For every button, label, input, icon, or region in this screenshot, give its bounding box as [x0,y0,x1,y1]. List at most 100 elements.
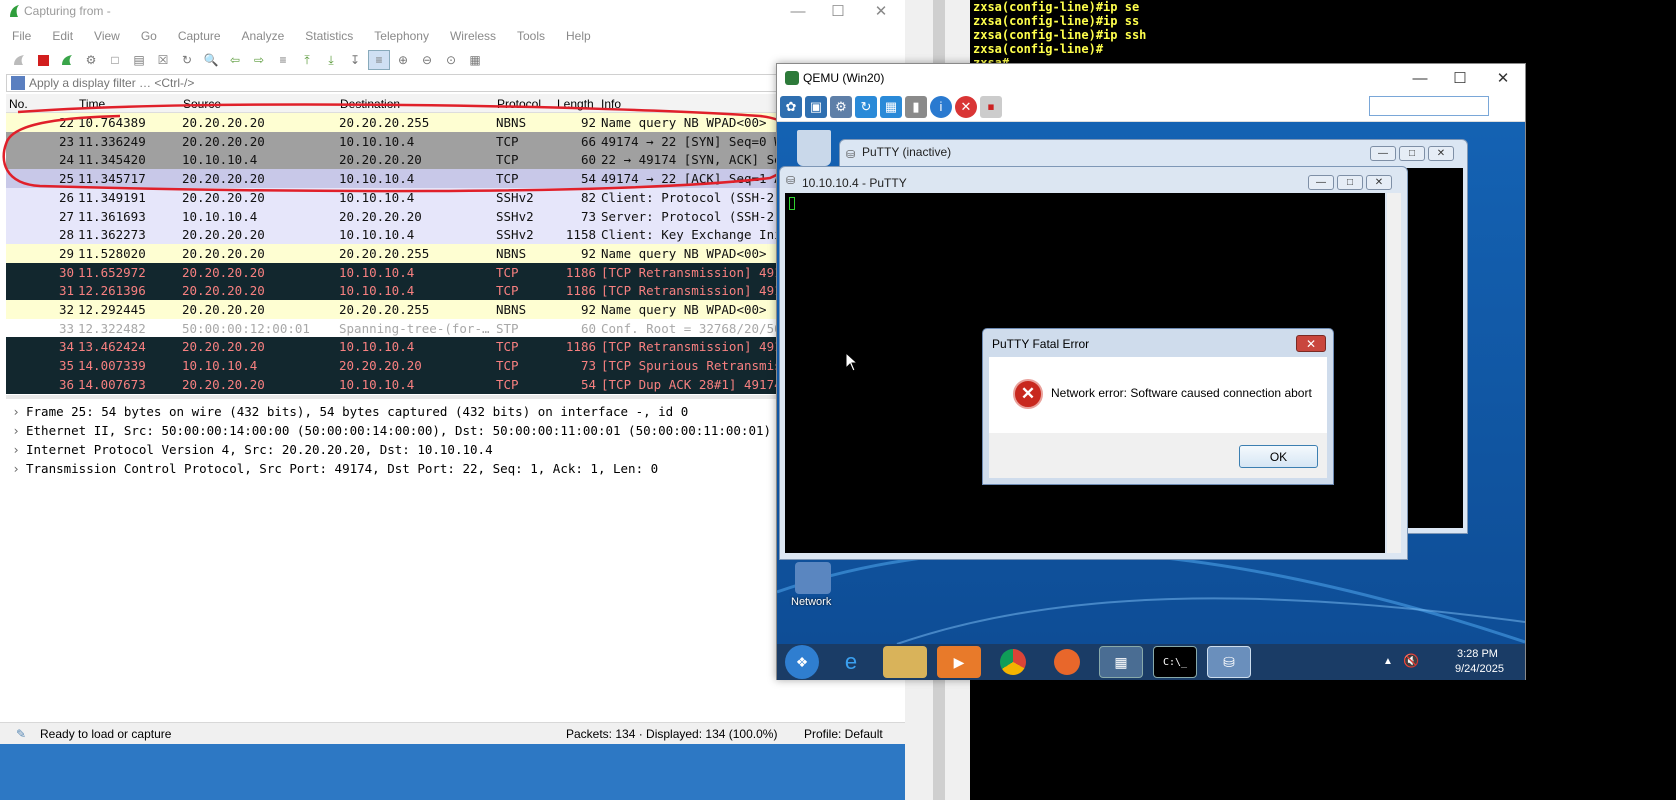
media-player-icon[interactable]: ▶ [937,646,981,678]
main-toolbar: ⚙ □ ▤ ☒ ↻ 🔍 ⇦ ⇨ ≡ ⤒ ⤓ ↧ ≡ ⊕ ⊖ ⊙ ▦ [8,49,508,71]
expand-chevron-icon[interactable]: › [6,440,26,459]
detail-ethernet-text: Ethernet II, Src: 50:00:00:14:00:00 (50:… [26,423,772,438]
display-filter-input[interactable] [29,76,529,90]
packet-no: 32 [58,302,74,317]
zoom-in-icon[interactable]: ⊕ [392,50,414,70]
settings-icon[interactable]: ✿ [780,95,802,118]
qemu-close-button[interactable]: ✕ [1480,67,1526,89]
fullscreen-icon[interactable]: ▣ [805,95,827,118]
expand-chevron-icon[interactable]: › [6,421,26,440]
packet-src: 20.20.20.20 [182,283,265,299]
usb-icon[interactable]: ▮ [905,95,927,118]
power-off-icon[interactable]: ✕ [955,95,977,118]
zoom-normal-icon[interactable]: ⊙ [440,50,462,70]
colorize-icon[interactable]: ≡ [368,50,390,70]
col-destination[interactable]: Destination [340,97,400,111]
detail-ip[interactable]: › Internet Protocol Version 4, Src: 20.20… [6,440,492,459]
menu-analyze[interactable]: Analyze [230,29,294,43]
dialog-close-button[interactable]: ✕ [1296,335,1326,352]
packet-info: [TCP Retransmission] 49174 [601,339,797,355]
qemu-title: QEMU (Win20) [803,71,885,85]
menu-tools[interactable]: Tools [505,29,554,43]
reload-file-icon[interactable]: ↻ [176,50,198,70]
bookmark-icon[interactable] [11,76,25,90]
col-no[interactable]: No. [9,97,28,111]
cmd-icon[interactable]: C:\_ [1153,646,1197,678]
chrome-icon[interactable] [991,646,1035,678]
last-packet-icon[interactable]: ⤓ [320,50,342,70]
save-file-icon[interactable]: ▤ [128,50,150,70]
zoom-out-icon[interactable]: ⊖ [416,50,438,70]
menu-statistics[interactable]: Statistics [293,29,362,43]
putty-scrollbar[interactable] [1387,193,1401,553]
packet-proto: TCP [496,152,519,168]
packet-len: 92 [580,302,596,317]
go-to-packet-icon[interactable]: ≡ [272,50,294,70]
windows-key-icon[interactable]: ▦ [880,95,902,118]
close-button[interactable]: ✕ [1428,146,1454,161]
menu-wireless[interactable]: Wireless [438,29,505,43]
stop-capture-icon[interactable] [32,50,54,70]
col-protocol[interactable]: Protocol [497,97,541,111]
autoscroll-icon[interactable]: ↧ [344,50,366,70]
close-file-icon[interactable]: ☒ [152,50,174,70]
status-ready: Ready to load or capture [40,727,172,741]
detail-ethernet[interactable]: › Ethernet II, Src: 50:00:00:14:00:00 (50… [6,421,771,440]
col-info[interactable]: Info [601,97,621,111]
close-button[interactable]: ✕ [858,0,904,22]
menu-telephony[interactable]: Telephony [362,29,438,43]
detail-frame[interactable]: › Frame 25: 54 bytes on wire (432 bits), … [6,402,688,421]
col-length[interactable]: Length [557,97,594,111]
explorer-folder-icon[interactable] [883,646,927,678]
menu-view[interactable]: View [82,29,129,43]
putty-controls: — □ ✕ [1308,175,1392,190]
menu-edit[interactable]: Edit [40,29,82,43]
clock-time[interactable]: 3:28 PM [1457,648,1498,660]
network-icon[interactable] [795,562,831,594]
find-packet-icon[interactable]: 🔍 [200,50,222,70]
restart-capture-icon[interactable] [56,50,78,70]
detail-tcp[interactable]: › Transmission Control Protocol, Src Port… [6,459,658,478]
menu-file[interactable]: File [0,29,40,43]
disconnect-icon[interactable]: ⏹ [980,95,1002,118]
ok-button[interactable]: OK [1239,445,1318,468]
go-forward-icon[interactable]: ⇨ [248,50,270,70]
control-panel-icon[interactable]: ▦ [1099,646,1143,678]
guest-taskbar: ❖ e ▶ ▦ C:\_ ⛁ ▲ 🔇 3:28 PM 9/24/2025 [777,644,1525,680]
col-source[interactable]: Source [183,97,221,111]
menu-help[interactable]: Help [554,29,600,43]
first-packet-icon[interactable]: ⤒ [296,50,318,70]
volume-muted-icon[interactable]: 🔇 [1403,653,1419,669]
open-file-icon[interactable]: □ [104,50,126,70]
firefox-icon[interactable] [1045,646,1089,678]
capture-options-icon[interactable]: ⚙ [80,50,102,70]
start-capture-icon[interactable] [8,50,30,70]
qemu-maximize-button[interactable]: ☐ [1437,67,1483,89]
menu-go[interactable]: Go [129,29,166,43]
minimize-button[interactable]: — [1308,175,1334,190]
maximize-button[interactable]: ☐ [815,0,861,22]
packet-no: 23 [58,133,74,149]
start-button-icon[interactable]: ❖ [785,645,819,679]
go-back-icon[interactable]: ⇦ [224,50,246,70]
refresh-icon[interactable]: ↻ [855,95,877,118]
info-icon[interactable]: i [930,95,952,118]
status-profile[interactable]: Profile: Default [804,727,883,741]
maximize-button[interactable]: □ [1337,175,1363,190]
clock-date[interactable]: 9/24/2025 [1455,663,1504,675]
putty-taskbar-icon[interactable]: ⛁ [1207,646,1251,678]
minimize-button[interactable]: — [1370,146,1396,161]
internet-explorer-icon[interactable]: e [829,646,873,678]
close-button[interactable]: ✕ [1366,175,1392,190]
maximize-button[interactable]: □ [1399,146,1425,161]
recycle-bin-icon[interactable] [797,130,831,166]
expand-chevron-icon[interactable]: › [6,402,26,421]
col-time[interactable]: Time [79,97,105,111]
menu-capture[interactable]: Capture [166,29,230,43]
show-hidden-icons-icon[interactable]: ▲ [1383,656,1393,667]
resize-columns-icon[interactable]: ▦ [464,50,486,70]
expand-chevron-icon[interactable]: › [6,459,26,478]
gear-icon[interactable]: ⚙ [830,95,852,118]
expert-info-icon[interactable]: ✎ [16,727,26,741]
qemu-search-input[interactable] [1369,96,1489,116]
